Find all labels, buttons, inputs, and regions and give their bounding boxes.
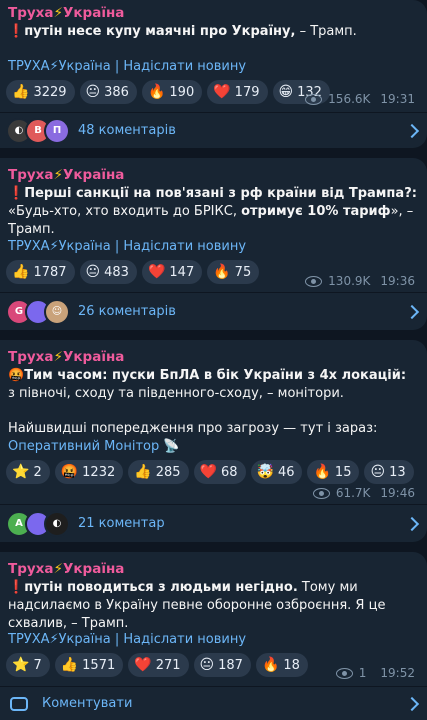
comment-button-label[interactable]: Коментувати [42, 696, 407, 711]
submit-news-link[interactable]: Надіслати новину [123, 59, 246, 74]
commenter-avatars: G ☺ [6, 298, 70, 325]
reaction-neutral[interactable]: 😐 386 [79, 80, 137, 104]
reaction-neutral[interactable]: 😐 187 [193, 653, 251, 677]
views-count: 61.7K [335, 486, 371, 500]
reaction-star[interactable]: ⭐ 2 [6, 460, 50, 484]
submit-news-link[interactable]: Надіслати новину [123, 239, 246, 254]
views-icon [335, 667, 353, 679]
commenter-avatars: ◐ В П [6, 117, 70, 144]
reaction-neutral[interactable]: 😐 483 [79, 260, 137, 284]
channel-link[interactable]: ТРУХА⚡Україна [8, 632, 111, 647]
comment-icon [10, 696, 28, 711]
reaction-fire[interactable]: 🔥 190 [141, 80, 203, 104]
views-icon [305, 93, 323, 105]
exclamation-icon: ❗ [8, 580, 25, 595]
reaction-neutral[interactable]: 😐 13 [364, 460, 414, 484]
angry-face-icon: 🤬 [8, 368, 25, 383]
channel-name[interactable]: Труха⚡Україна [8, 5, 124, 21]
exclamation-icon: ❗ [8, 186, 25, 201]
avatar: ☺ [44, 298, 70, 325]
views-count: 1 [358, 666, 367, 680]
reaction-heart[interactable]: ❤️ 271 [128, 653, 189, 677]
post-4: Труха⚡Україна ❗путін поводиться з людьми… [0, 552, 427, 720]
comments-count[interactable]: 48 коментарів [78, 123, 407, 138]
satellite-icon: 📡 [163, 439, 180, 454]
monitor-link-row: Оперативний Монітор 📡 [8, 439, 180, 454]
post-meta: 1 19:52 [335, 666, 415, 680]
avatar: ◐ [44, 510, 70, 537]
chevron-right-icon [404, 696, 420, 711]
commenter-avatars: A ◐ [6, 510, 70, 537]
post-links: ТРУХА⚡Україна | Надіслати новину [8, 59, 247, 74]
comments-bar[interactable]: Коментувати [0, 686, 427, 720]
views-count: 156.6K [328, 92, 371, 106]
views-icon [305, 275, 323, 287]
comments-bar[interactable]: ◐ В П 48 коментарів [0, 112, 427, 148]
post-text: ❗путін несе купу маячні про Україну, – Т… [8, 24, 357, 39]
reactions: 👍 3229 😐 386 🔥 190 ❤️ 179 😁 132 [6, 80, 330, 104]
reaction-thumbs-up[interactable]: 👍 1571 [54, 653, 124, 677]
views-icon [312, 487, 330, 499]
channel-name[interactable]: Труха⚡Україна [8, 349, 124, 365]
channel-name[interactable]: Труха⚡Україна [8, 167, 124, 183]
monitor-link[interactable]: Оперативний Монітор [8, 439, 159, 454]
post-1: Труха⚡Україна ❗путін несе купу маячні пр… [0, 0, 427, 148]
channel-link[interactable]: ТРУХА⚡Україна [8, 239, 111, 254]
reaction-fire[interactable]: 🔥 15 [307, 460, 360, 484]
reaction-heart[interactable]: ❤️ 179 [207, 80, 268, 104]
reactions: ⭐ 2 🤬 1232 👍 285 ❤️ 68 🤯 46 🔥 15 😐 13 [6, 460, 414, 484]
post-time: 19:31 [380, 92, 415, 106]
comments-bar[interactable]: A ◐ 21 коментар [0, 504, 427, 542]
comments-count[interactable]: 26 коментарів [78, 304, 407, 319]
reaction-heart[interactable]: ❤️ 68 [193, 460, 246, 484]
reactions: 👍 1787 😐 483 ❤️ 147 🔥 75 [6, 260, 260, 284]
post-3: Труха⚡Україна 🤬Тим часом: пуски БпЛА в б… [0, 340, 427, 542]
reaction-heart[interactable]: ❤️ 147 [141, 260, 203, 284]
views-count: 130.9K [328, 274, 371, 288]
post-time: 19:52 [380, 666, 415, 680]
post-time: 19:36 [380, 274, 415, 288]
exclamation-icon: ❗ [8, 24, 25, 39]
post-text: 🤬Тим часом: пуски БпЛА в бік України з 4… [8, 368, 407, 401]
warning-text: Найшвидші попередження про загрозу — тут… [8, 421, 378, 436]
channel-link[interactable]: ТРУХА⚡Україна [8, 59, 111, 74]
reaction-exploding-head[interactable]: 🤯 46 [250, 460, 303, 484]
reaction-fire[interactable]: 🔥 18 [255, 653, 308, 677]
reaction-thumbs-up[interactable]: 👍 3229 [6, 80, 75, 104]
submit-news-link[interactable]: Надіслати новину [123, 632, 246, 647]
post-meta: 61.7K 19:46 [312, 486, 415, 500]
reaction-angry[interactable]: 🤬 1232 [54, 460, 124, 484]
post-2: Труха⚡Україна ❗Перші санкції на пов'язан… [0, 158, 427, 330]
post-text: ❗Перші санкції на пов'язані з рф країни … [8, 186, 417, 237]
chevron-right-icon [404, 516, 420, 531]
reactions: ⭐ 7 👍 1571 ❤️ 271 😐 187 🔥 18 [6, 653, 308, 677]
chevron-right-icon [404, 304, 420, 319]
comments-count[interactable]: 21 коментар [78, 516, 407, 531]
post-text: ❗путін поводиться з людьми негідно. Тому… [8, 580, 386, 631]
post-links: ТРУХА⚡Україна | Надіслати новину [8, 239, 247, 254]
post-time: 19:46 [380, 486, 415, 500]
reaction-thumbs-up[interactable]: 👍 285 [128, 460, 189, 484]
post-links: ТРУХА⚡Україна | Надіслати новину [8, 632, 247, 647]
reaction-fire[interactable]: 🔥 75 [207, 260, 260, 284]
comments-bar[interactable]: G ☺ 26 коментарів [0, 292, 427, 330]
channel-name[interactable]: Труха⚡Україна [8, 561, 124, 577]
avatar: П [44, 117, 70, 144]
post-meta: 156.6K 19:31 [305, 92, 415, 106]
reaction-thumbs-up[interactable]: 👍 1787 [6, 260, 75, 284]
post-meta: 130.9K 19:36 [305, 274, 415, 288]
reaction-star[interactable]: ⭐ 7 [6, 653, 50, 677]
chevron-right-icon [404, 123, 420, 138]
